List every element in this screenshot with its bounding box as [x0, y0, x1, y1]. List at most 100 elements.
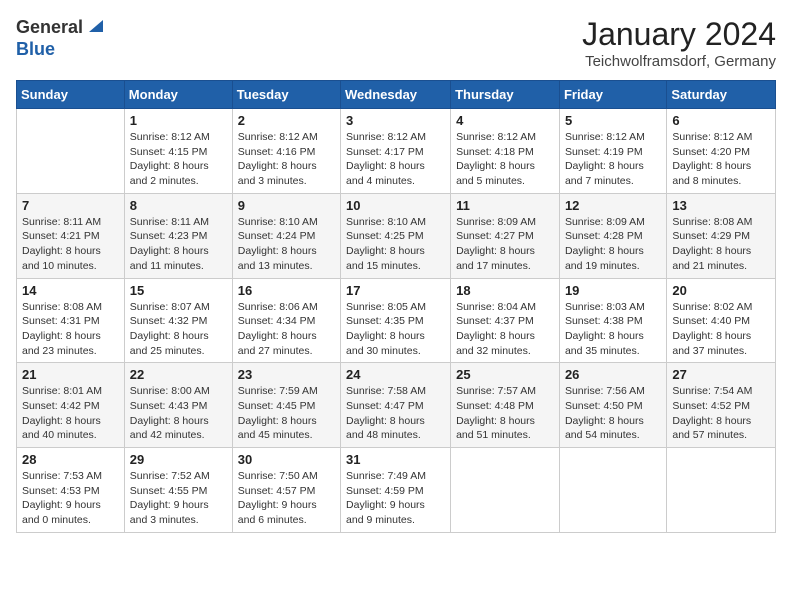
day-detail: Sunrise: 8:00 AMSunset: 4:43 PMDaylight:…	[130, 384, 227, 443]
day-number: 12	[565, 198, 661, 213]
day-number: 2	[238, 113, 335, 128]
day-detail: Sunrise: 8:12 AMSunset: 4:17 PMDaylight:…	[346, 130, 445, 189]
title-section: January 2024 Teichwolframsdorf, Germany	[582, 16, 776, 70]
calendar-cell: 18 Sunrise: 8:04 AMSunset: 4:37 PMDayligh…	[451, 278, 560, 363]
calendar-cell: 31 Sunrise: 7:49 AMSunset: 4:59 PMDayligh…	[341, 448, 451, 533]
day-number: 8	[130, 198, 227, 213]
calendar-week-row: 21Sunrise: 8:01 AMSunset: 4:42 PMDayligh…	[17, 363, 776, 448]
calendar-cell: 14Sunrise: 8:08 AMSunset: 4:31 PMDayligh…	[17, 278, 125, 363]
day-number: 15	[130, 283, 227, 298]
calendar-cell: 12 Sunrise: 8:09 AMSunset: 4:28 PMDayligh…	[559, 193, 666, 278]
calendar-week-row: 28Sunrise: 7:53 AMSunset: 4:53 PMDayligh…	[17, 448, 776, 533]
day-detail: Sunrise: 8:09 AMSunset: 4:27 PMDaylight:…	[456, 215, 554, 274]
day-number: 6	[672, 113, 770, 128]
day-number: 9	[238, 198, 335, 213]
day-detail: Sunrise: 8:12 AMSunset: 4:16 PMDaylight:…	[238, 130, 335, 189]
calendar-cell: 21Sunrise: 8:01 AMSunset: 4:42 PMDayligh…	[17, 363, 125, 448]
day-number: 20	[672, 283, 770, 298]
day-detail: Sunrise: 8:06 AMSunset: 4:34 PMDaylight:…	[238, 300, 335, 359]
day-detail: Sunrise: 8:03 AMSunset: 4:38 PMDaylight:…	[565, 300, 661, 359]
day-detail: Sunrise: 8:07 AMSunset: 4:32 PMDaylight:…	[130, 300, 227, 359]
calendar-cell: 8 Sunrise: 8:11 AMSunset: 4:23 PMDaylight…	[124, 193, 232, 278]
day-number: 4	[456, 113, 554, 128]
day-detail: Sunrise: 8:10 AMSunset: 4:24 PMDaylight:…	[238, 215, 335, 274]
day-number: 5	[565, 113, 661, 128]
day-detail: Sunrise: 8:01 AMSunset: 4:42 PMDaylight:…	[22, 384, 119, 443]
day-detail: Sunrise: 7:57 AMSunset: 4:48 PMDaylight:…	[456, 384, 554, 443]
day-number: 24	[346, 367, 445, 382]
day-detail: Sunrise: 8:05 AMSunset: 4:35 PMDaylight:…	[346, 300, 445, 359]
day-number: 28	[22, 452, 119, 467]
logo-general-text: General	[16, 17, 83, 38]
calendar-cell: 17Sunrise: 8:05 AMSunset: 4:35 PMDayligh…	[341, 278, 451, 363]
calendar-week-row: 7Sunrise: 8:11 AMSunset: 4:21 PMDaylight…	[17, 193, 776, 278]
day-detail: Sunrise: 8:12 AMSunset: 4:18 PMDaylight:…	[456, 130, 554, 189]
day-number: 27	[672, 367, 770, 382]
day-number: 29	[130, 452, 227, 467]
page-header: General Blue January 2024 Teichwolframsd…	[16, 16, 776, 70]
calendar-cell: 20 Sunrise: 8:02 AMSunset: 4:40 PMDayligh…	[667, 278, 776, 363]
calendar-cell: 3 Sunrise: 8:12 AMSunset: 4:17 PMDaylight…	[341, 109, 451, 194]
day-detail: Sunrise: 8:12 AMSunset: 4:19 PMDaylight:…	[565, 130, 661, 189]
day-detail: Sunrise: 7:50 AMSunset: 4:57 PMDaylight:…	[238, 469, 335, 528]
day-number: 13	[672, 198, 770, 213]
calendar-table: SundayMondayTuesdayWednesdayThursdayFrid…	[16, 80, 776, 533]
day-number: 22	[130, 367, 227, 382]
weekday-header-saturday: Saturday	[667, 81, 776, 109]
calendar-cell: 30Sunrise: 7:50 AMSunset: 4:57 PMDayligh…	[232, 448, 340, 533]
calendar-cell: 5 Sunrise: 8:12 AMSunset: 4:19 PMDaylight…	[559, 109, 666, 194]
day-detail: Sunrise: 8:10 AMSunset: 4:25 PMDaylight:…	[346, 215, 445, 274]
calendar-cell: 25 Sunrise: 7:57 AMSunset: 4:48 PMDayligh…	[451, 363, 560, 448]
day-number: 7	[22, 198, 119, 213]
calendar-cell: 15 Sunrise: 8:07 AMSunset: 4:32 PMDayligh…	[124, 278, 232, 363]
month-title: January 2024	[582, 16, 776, 53]
day-number: 14	[22, 283, 119, 298]
day-number: 18	[456, 283, 554, 298]
weekday-header-monday: Monday	[124, 81, 232, 109]
day-number: 1	[130, 113, 227, 128]
calendar-cell: 28Sunrise: 7:53 AMSunset: 4:53 PMDayligh…	[17, 448, 125, 533]
logo: General Blue	[16, 16, 103, 60]
calendar-cell: 16 Sunrise: 8:06 AMSunset: 4:34 PMDayligh…	[232, 278, 340, 363]
calendar-cell: 26 Sunrise: 7:56 AMSunset: 4:50 PMDayligh…	[559, 363, 666, 448]
day-number: 3	[346, 113, 445, 128]
day-detail: Sunrise: 7:56 AMSunset: 4:50 PMDaylight:…	[565, 384, 661, 443]
day-detail: Sunrise: 7:58 AMSunset: 4:47 PMDaylight:…	[346, 384, 445, 443]
day-detail: Sunrise: 8:12 AMSunset: 4:20 PMDaylight:…	[672, 130, 770, 189]
day-detail: Sunrise: 7:52 AMSunset: 4:55 PMDaylight:…	[130, 469, 227, 528]
weekday-header-tuesday: Tuesday	[232, 81, 340, 109]
calendar-cell: 22 Sunrise: 8:00 AMSunset: 4:43 PMDayligh…	[124, 363, 232, 448]
calendar-cell	[451, 448, 560, 533]
calendar-cell: 11Sunrise: 8:09 AMSunset: 4:27 PMDayligh…	[451, 193, 560, 278]
day-number: 25	[456, 367, 554, 382]
day-number: 26	[565, 367, 661, 382]
day-number: 16	[238, 283, 335, 298]
calendar-week-row: 14Sunrise: 8:08 AMSunset: 4:31 PMDayligh…	[17, 278, 776, 363]
calendar-cell: 6 Sunrise: 8:12 AMSunset: 4:20 PMDaylight…	[667, 109, 776, 194]
location-title: Teichwolframsdorf, Germany	[582, 53, 776, 70]
day-detail: Sunrise: 7:59 AMSunset: 4:45 PMDaylight:…	[238, 384, 335, 443]
weekday-header-friday: Friday	[559, 81, 666, 109]
calendar-cell	[17, 109, 125, 194]
day-detail: Sunrise: 8:04 AMSunset: 4:37 PMDaylight:…	[456, 300, 554, 359]
calendar-cell: 19 Sunrise: 8:03 AMSunset: 4:38 PMDayligh…	[559, 278, 666, 363]
calendar-cell: 24 Sunrise: 7:58 AMSunset: 4:47 PMDayligh…	[341, 363, 451, 448]
day-detail: Sunrise: 8:11 AMSunset: 4:23 PMDaylight:…	[130, 215, 227, 274]
day-detail: Sunrise: 8:09 AMSunset: 4:28 PMDaylight:…	[565, 215, 661, 274]
calendar-cell: 27 Sunrise: 7:54 AMSunset: 4:52 PMDayligh…	[667, 363, 776, 448]
day-detail: Sunrise: 8:02 AMSunset: 4:40 PMDaylight:…	[672, 300, 770, 359]
calendar-cell: 13Sunrise: 8:08 AMSunset: 4:29 PMDayligh…	[667, 193, 776, 278]
day-number: 19	[565, 283, 661, 298]
day-number: 31	[346, 452, 445, 467]
day-detail: Sunrise: 8:12 AMSunset: 4:15 PMDaylight:…	[130, 130, 227, 189]
weekday-header-row: SundayMondayTuesdayWednesdayThursdayFrid…	[17, 81, 776, 109]
calendar-cell: 10Sunrise: 8:10 AMSunset: 4:25 PMDayligh…	[341, 193, 451, 278]
logo-blue-text: Blue	[16, 39, 55, 59]
weekday-header-thursday: Thursday	[451, 81, 560, 109]
logo-triangle-icon	[85, 16, 103, 39]
day-detail: Sunrise: 7:49 AMSunset: 4:59 PMDaylight:…	[346, 469, 445, 528]
weekday-header-wednesday: Wednesday	[341, 81, 451, 109]
calendar-cell: 1 Sunrise: 8:12 AMSunset: 4:15 PMDaylight…	[124, 109, 232, 194]
day-detail: Sunrise: 7:54 AMSunset: 4:52 PMDaylight:…	[672, 384, 770, 443]
day-number: 23	[238, 367, 335, 382]
